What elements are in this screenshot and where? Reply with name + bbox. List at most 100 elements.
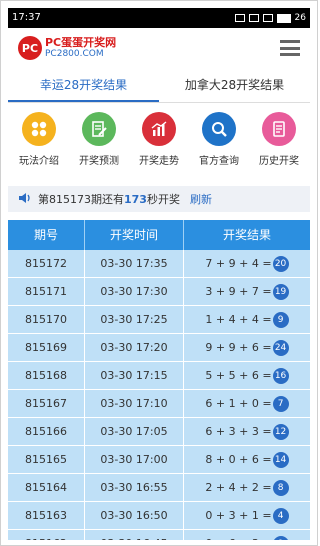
table-row: 815164 03-30 16:55 2 + 4 + 2 = 8 xyxy=(8,474,310,502)
status-time: 17:37 xyxy=(12,12,41,23)
table-row: 815168 03-30 17:15 5 + 5 + 6 = 16 xyxy=(8,362,310,390)
row-result: 5 + 5 + 6 = 16 xyxy=(184,362,310,389)
feature-rules-label: 玩法介绍 xyxy=(19,156,59,167)
row-expression: 9 + 9 + 6 = xyxy=(205,341,272,354)
row-expression: 6 + 3 + 3 = xyxy=(205,425,272,438)
row-result: 0 + 6 + 3 =9 xyxy=(184,530,310,540)
search-icon xyxy=(202,112,236,146)
row-sum-ball: 24 xyxy=(272,340,289,356)
row-sum-ball: 9 xyxy=(272,312,289,328)
status-icons: 26 xyxy=(234,8,306,28)
feature-trend-label: 开奖走势 xyxy=(139,156,179,167)
row-result: 7 + 9 + 4 = 20 xyxy=(184,250,310,277)
status-bar: 17:37 26 xyxy=(8,8,310,28)
row-expression: 3 + 9 + 7 = xyxy=(205,285,272,298)
row-sum-ball: 20 xyxy=(272,256,289,272)
logo-en: PC2800.COM xyxy=(45,49,104,59)
table-row: 815166 03-30 17:05 6 + 3 + 3 = 12 xyxy=(8,418,310,446)
history-icon xyxy=(262,112,296,146)
table-row: 815165 03-30 17:00 8 + 0 + 6 = 14 xyxy=(8,446,310,474)
feature-predict-label: 开奖预测 xyxy=(79,156,119,167)
row-period: 815162 xyxy=(8,530,85,540)
menu-icon[interactable] xyxy=(280,40,300,56)
cellular-icon xyxy=(262,14,273,22)
row-period: 815164 xyxy=(8,474,85,501)
table-body: 815172 03-30 17:35 7 + 9 + 4 = 20 815171 03-3… xyxy=(8,250,310,540)
row-time: 03-30 17:25 xyxy=(85,306,184,333)
speaker-icon xyxy=(18,192,32,207)
feature-trend[interactable]: 开奖走势 xyxy=(132,112,186,178)
row-time: 03-30 16:55 xyxy=(85,474,184,501)
refresh-link[interactable]: 刷新 xyxy=(190,191,212,207)
table-row: 815171 03-30 17:30 3 + 9 + 7 = 19 xyxy=(8,278,310,306)
logo-cn: PC蛋蛋开奖网 xyxy=(45,36,117,49)
signal-icon xyxy=(234,14,245,22)
row-result: 2 + 4 + 2 = 8 xyxy=(184,474,310,501)
countdown-prefix: 第815173期还有 xyxy=(38,193,124,206)
row-time: 03-30 17:05 xyxy=(85,418,184,445)
row-time: 03-30 16:50 xyxy=(85,502,184,529)
row-result: 6 + 3 + 3 = 12 xyxy=(184,418,310,445)
app-header: PC PC蛋蛋开奖网 PC2800.COM xyxy=(8,28,310,68)
row-sum-ball: 7 xyxy=(272,396,289,412)
feature-predict[interactable]: 开奖预测 xyxy=(72,112,126,178)
row-sum-ball: 8 xyxy=(272,480,289,496)
row-sum-ball: 19 xyxy=(272,284,289,300)
row-expression: 6 + 1 + 0 = xyxy=(205,397,272,410)
row-result: 0 + 3 + 1 = 4 xyxy=(184,502,310,529)
table-row: 81516203-30 16:450 + 6 + 3 =9 xyxy=(8,530,310,540)
feature-rules[interactable]: 玩法介绍 xyxy=(12,112,66,178)
wifi-icon xyxy=(248,14,259,22)
header-result: 开奖结果 xyxy=(222,228,271,242)
edit-icon xyxy=(82,112,116,146)
table-row: 815172 03-30 17:35 7 + 9 + 4 = 20 xyxy=(8,250,310,278)
row-sum-ball: 12 xyxy=(272,424,289,440)
tab-lucky28[interactable]: 幸运28开奖结果 xyxy=(8,70,159,102)
row-period: 815163 xyxy=(8,502,85,529)
row-expression: 1 + 4 + 4 = xyxy=(205,313,272,326)
row-expression: 2 + 4 + 2 = xyxy=(205,481,272,494)
row-expression: 5 + 5 + 6 = xyxy=(205,369,272,382)
table-row: 815170 03-30 17:25 1 + 4 + 4 = 9 xyxy=(8,306,310,334)
row-sum-ball: 14 xyxy=(272,452,289,468)
battery-level: 26 xyxy=(294,13,306,23)
row-period: 815172 xyxy=(8,250,85,277)
battery-icon xyxy=(276,13,291,23)
row-sum-ball: 9 xyxy=(272,536,289,540)
tab-canada28[interactable]: 加拿大28开奖结果 xyxy=(159,70,310,102)
table-row: 815163 03-30 16:50 0 + 3 + 1 = 4 xyxy=(8,502,310,530)
logo-mark: PC xyxy=(18,36,42,60)
logo-text: PC蛋蛋开奖网 PC2800.COM xyxy=(45,36,116,60)
feature-official-label: 官方查询 xyxy=(199,156,239,167)
row-time: 03-30 17:20 xyxy=(85,334,184,361)
row-period: 815171 xyxy=(8,278,85,305)
results-table: 期号 开奖时间 开奖结果 815172 03-30 17:35 7 + 9 + 4 … xyxy=(8,220,310,540)
row-result: 3 + 9 + 7 = 19 xyxy=(184,278,310,305)
feature-history[interactable]: 历史开奖 xyxy=(252,112,306,178)
row-sum-ball: 16 xyxy=(272,368,289,384)
row-time: 03-30 17:15 xyxy=(85,362,184,389)
feature-official[interactable]: 官方查询 xyxy=(192,112,246,178)
row-result: 1 + 4 + 4 = 9 xyxy=(184,306,310,333)
site-logo[interactable]: PC PC蛋蛋开奖网 PC2800.COM xyxy=(18,36,116,60)
row-expression: 8 + 0 + 6 = xyxy=(205,453,272,466)
row-expression: 0 + 6 + 3 = xyxy=(205,537,271,540)
chart-icon xyxy=(142,112,176,146)
row-period: 815166 xyxy=(8,418,85,445)
header-time: 开奖时间 xyxy=(85,220,184,250)
tab-bar: 幸运28开奖结果 加拿大28开奖结果 xyxy=(8,70,310,103)
row-period: 815169 xyxy=(8,334,85,361)
row-time: 03-30 16:45 xyxy=(85,530,184,540)
feature-history-label: 历史开奖 xyxy=(259,156,299,167)
table-row: 815169 03-30 17:20 9 + 9 + 6 = 24 xyxy=(8,334,310,362)
table-header: 期号 开奖时间 开奖结果 xyxy=(8,220,310,250)
countdown-bar: 第815173期还有 173 秒开奖 刷新 xyxy=(8,186,310,212)
row-expression: 0 + 3 + 1 = xyxy=(205,509,272,522)
row-period: 815165 xyxy=(8,446,85,473)
row-time: 03-30 17:35 xyxy=(85,250,184,277)
grid-icon xyxy=(22,112,56,146)
row-period: 815170 xyxy=(8,306,85,333)
row-result: 8 + 0 + 6 = 14 xyxy=(184,446,310,473)
row-time: 03-30 17:00 xyxy=(85,446,184,473)
row-sum-ball: 4 xyxy=(272,508,289,524)
